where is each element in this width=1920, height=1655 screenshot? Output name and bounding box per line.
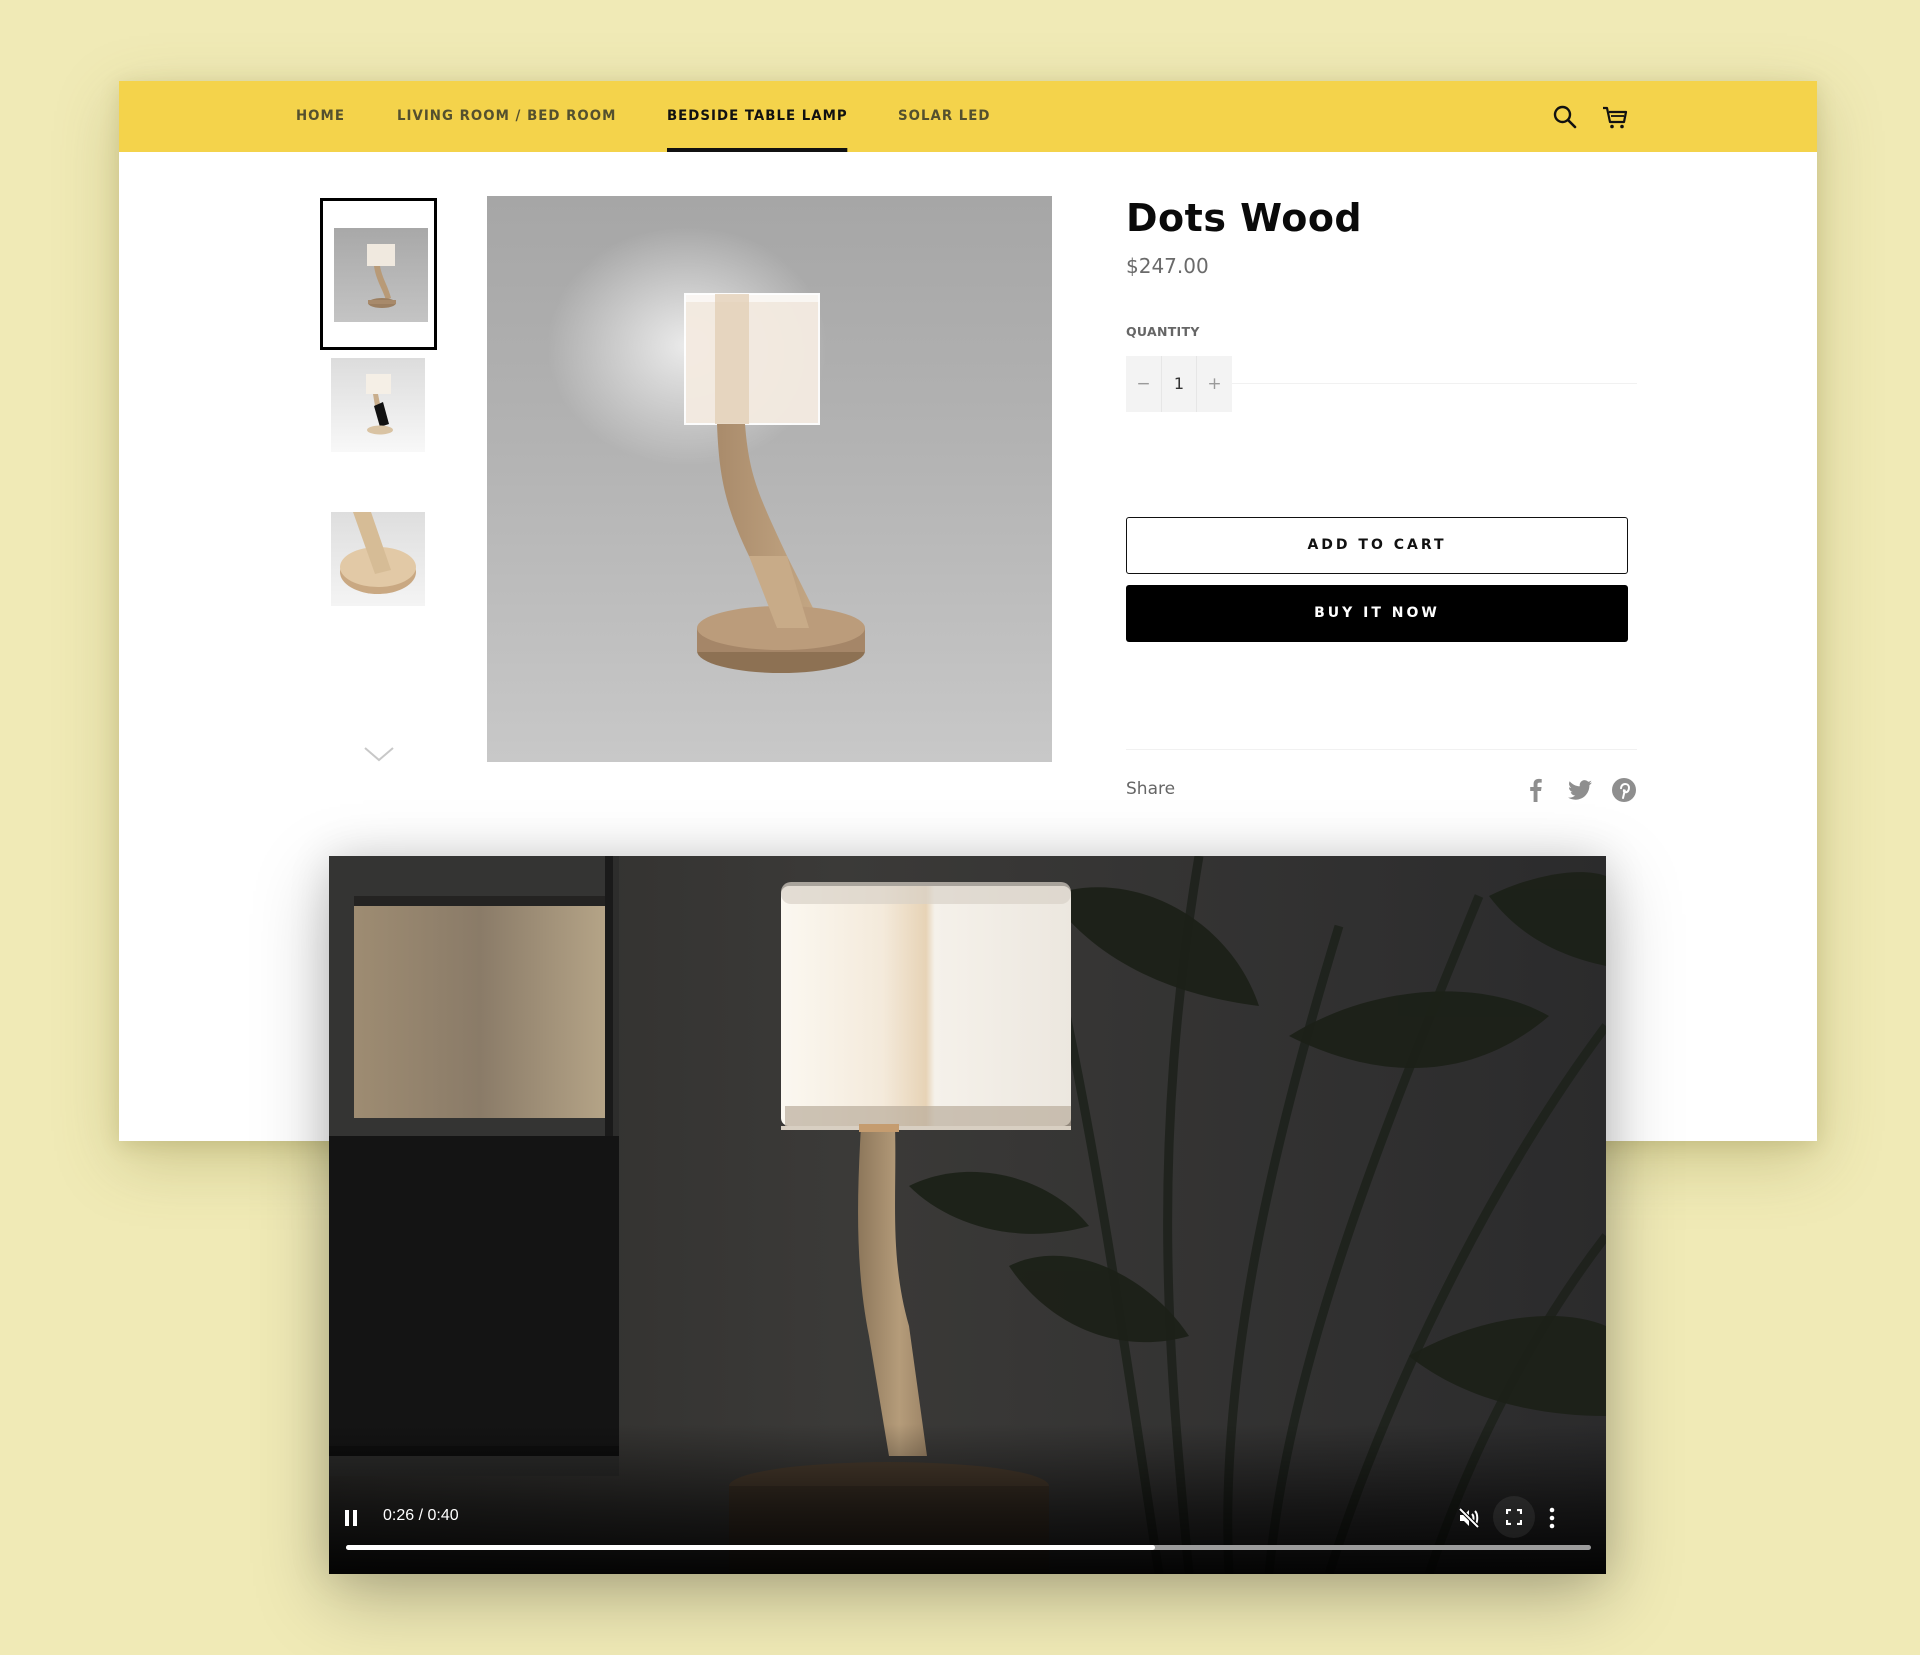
video-time-display: 0:26 / 0:40 [383, 1507, 459, 1524]
cart-icon[interactable] [1601, 103, 1629, 131]
product-price: $247.00 [1126, 254, 1209, 278]
nav-item-bedside-table-lamp[interactable]: BEDSIDE TABLE LAMP [667, 81, 849, 152]
pinterest-icon[interactable] [1610, 776, 1638, 804]
product-title: Dots Wood [1126, 196, 1363, 240]
nav-item-home[interactable]: HOME [296, 81, 345, 152]
quantity-decrement-button[interactable]: − [1126, 356, 1161, 412]
facebook-icon[interactable] [1522, 776, 1550, 804]
thumbnail-image [331, 512, 425, 606]
video-controls-overlay [329, 1424, 1606, 1574]
quantity-input[interactable]: 1 [1161, 356, 1197, 412]
buy-it-now-button[interactable]: BUY IT NOW [1126, 585, 1628, 642]
quantity-label: QUANTITY [1126, 324, 1200, 339]
main-product-image[interactable] [487, 196, 1052, 762]
more-options-icon[interactable] [1548, 1507, 1556, 1529]
thumbnail-lamp-base-closeup[interactable] [320, 512, 437, 664]
product-video-player[interactable]: 0:26 / 0:40 [329, 856, 1606, 1574]
lamp-illustration [547, 226, 865, 673]
search-icon[interactable] [1551, 103, 1579, 131]
quantity-stepper: − 1 + [1126, 356, 1232, 412]
nav-item-solar-led[interactable]: SOLAR LED [898, 81, 990, 152]
add-to-cart-button[interactable]: ADD TO CART [1126, 517, 1628, 574]
video-progress-fill [346, 1545, 1156, 1550]
thumbnail-lamp-with-phone[interactable] [320, 354, 437, 506]
thumbnail-lamp-front-view[interactable] [320, 198, 437, 350]
video-progress-bar[interactable] [346, 1545, 1591, 1550]
top-nav: HOME LIVING ROOM / BED ROOM BEDSIDE TABL… [119, 81, 1817, 152]
share-label: Share [1126, 779, 1176, 799]
divider [1126, 749, 1637, 750]
nav-item-living-room-bed-room[interactable]: LIVING ROOM / BED ROOM [397, 81, 616, 152]
thumbnail-image [334, 228, 428, 322]
quantity-increment-button[interactable]: + [1197, 356, 1232, 412]
twitter-icon[interactable] [1566, 776, 1594, 804]
pause-icon[interactable] [344, 1509, 358, 1527]
chevron-down-icon[interactable] [362, 743, 396, 765]
mute-icon[interactable] [1457, 1506, 1481, 1530]
fullscreen-icon[interactable] [1506, 1509, 1522, 1525]
thumbnail-image [331, 358, 425, 452]
